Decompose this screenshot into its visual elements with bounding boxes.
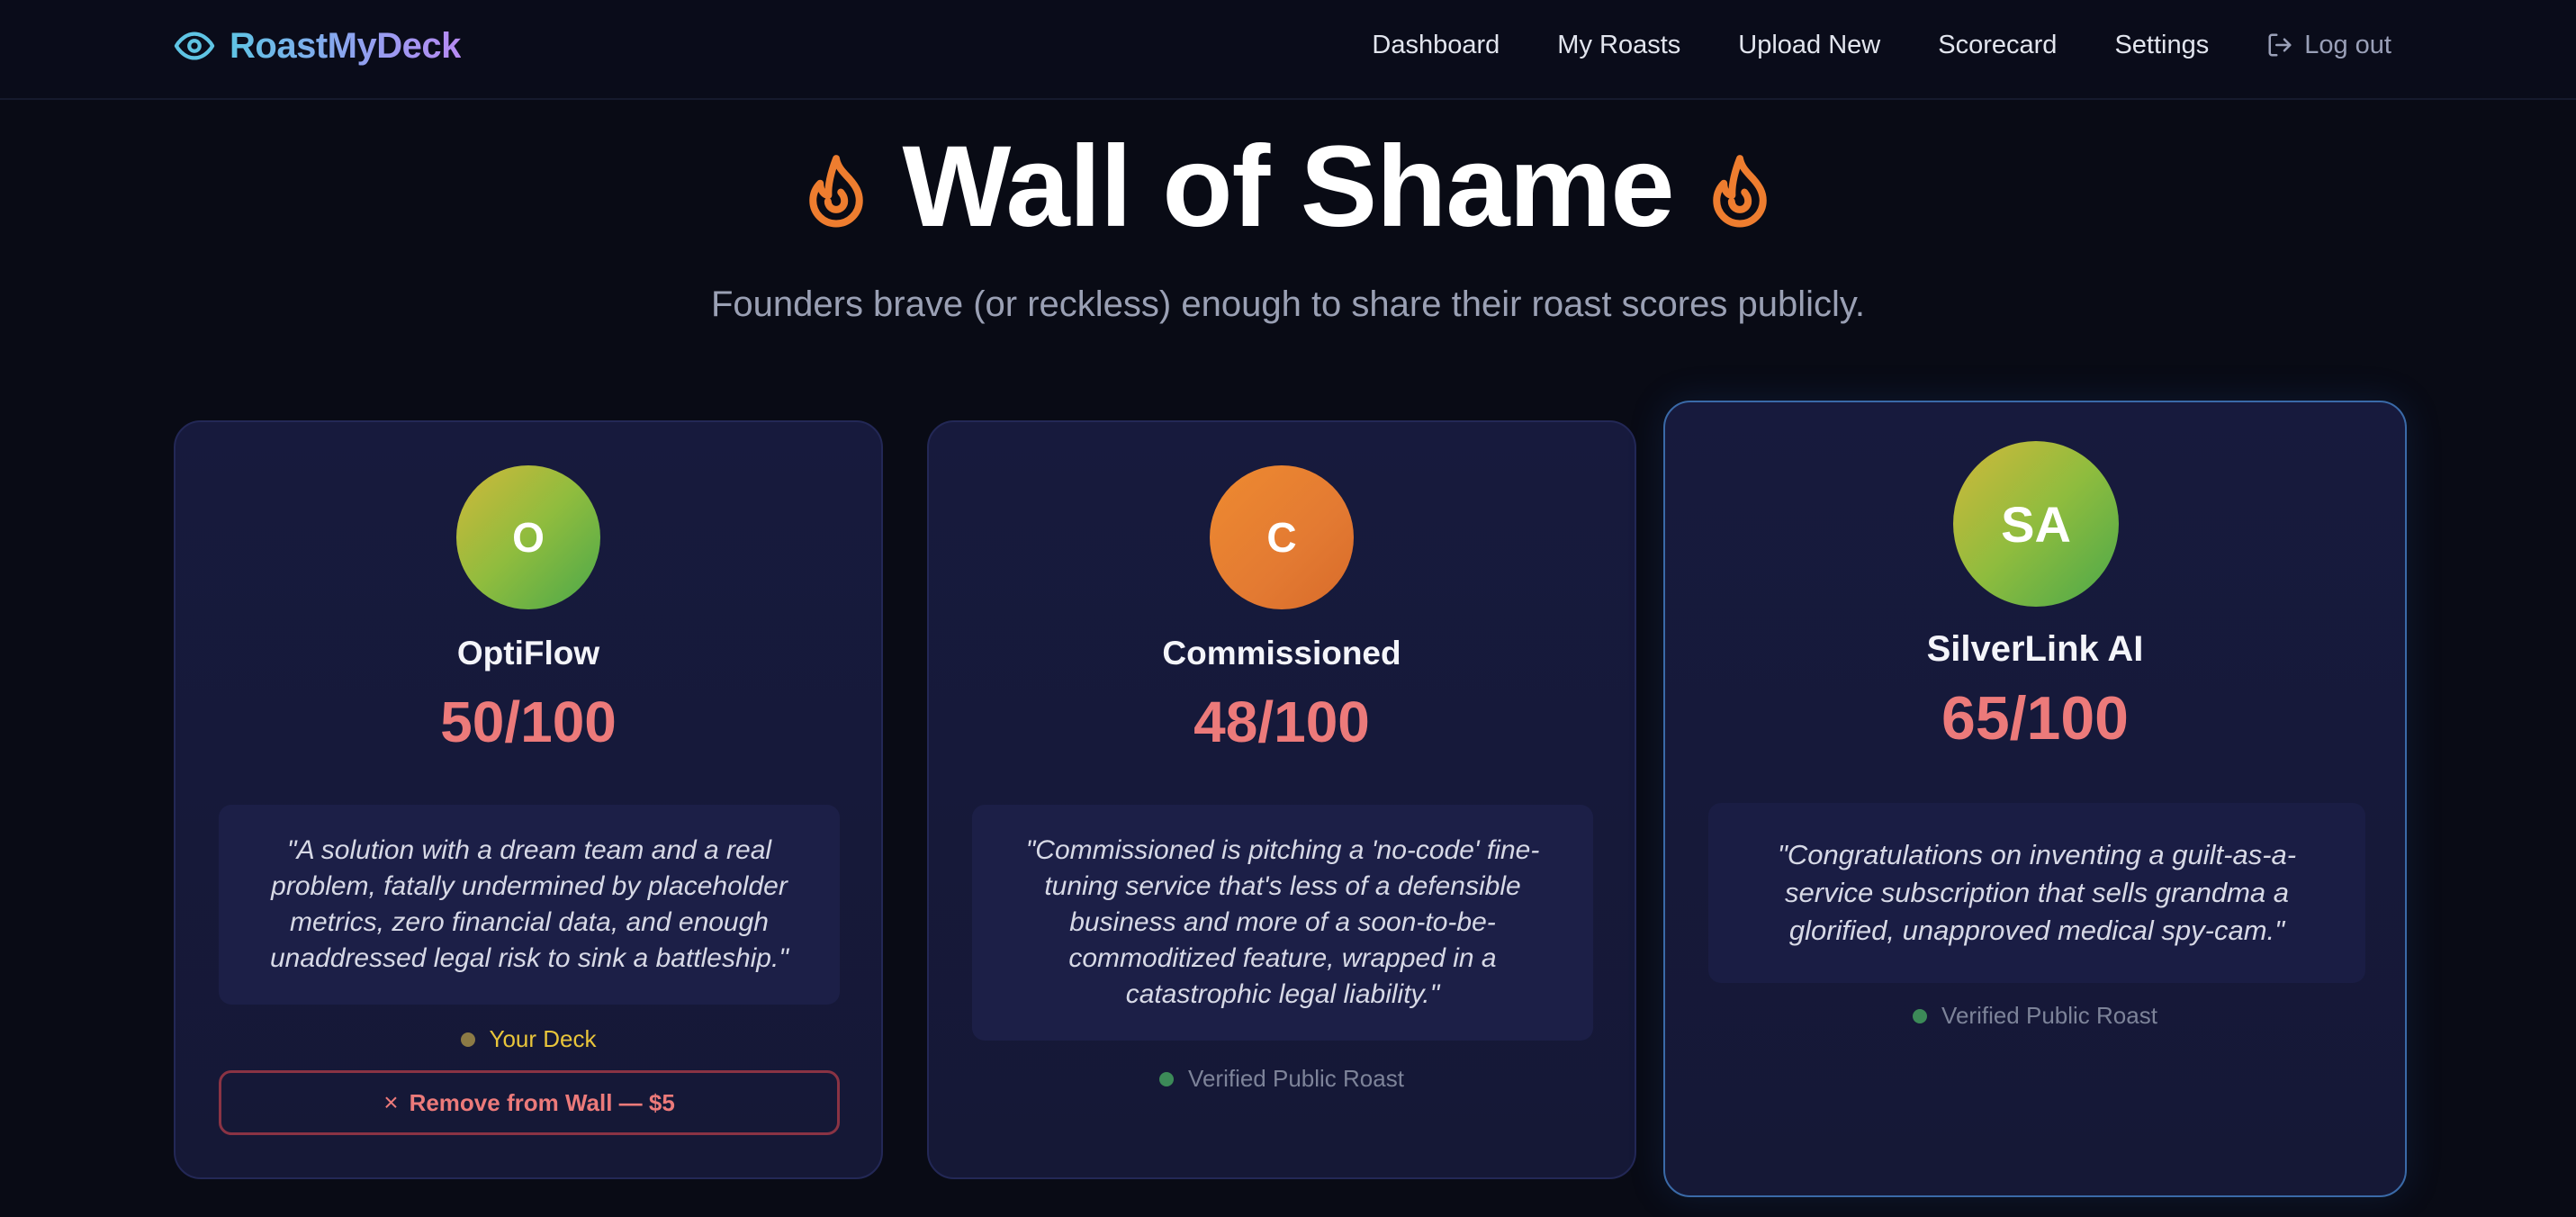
brand-name: RoastMyDeck bbox=[230, 25, 461, 66]
logout-icon bbox=[2268, 33, 2292, 57]
page-subtitle: Founders brave (or reckless) enough to s… bbox=[710, 284, 1866, 324]
roast-quote: "Congratulations on inventing a guilt-as… bbox=[1708, 803, 2365, 983]
roast-quote: "Commissioned is pitching a 'no-code' fi… bbox=[972, 805, 1593, 1041]
badge-label: Verified Public Roast bbox=[1188, 1065, 1404, 1092]
company-name: SilverLink AI bbox=[1926, 629, 2144, 669]
roast-score: 50/100 bbox=[440, 690, 617, 754]
roast-quote: "A solution with a dream team and a real… bbox=[219, 805, 840, 1005]
top-navbar: RoastMyDeck Dashboard My Roasts Upload N… bbox=[0, 0, 2576, 100]
roast-card-highlighted[interactable]: SA SilverLink AI 65/100 "Congratulations… bbox=[1663, 401, 2407, 1197]
nav-my-roasts[interactable]: My Roasts bbox=[1557, 31, 1680, 60]
nav-scorecard[interactable]: Scorecard bbox=[1938, 31, 2057, 60]
roast-score: 48/100 bbox=[1193, 690, 1370, 754]
status-dot bbox=[460, 1032, 475, 1047]
page-title-row: Wall of Shame bbox=[0, 124, 2576, 250]
roast-card[interactable]: C Commissioned 48/100 "Commissioned is p… bbox=[927, 420, 1636, 1179]
company-name: OptiFlow bbox=[456, 635, 600, 672]
remove-button-label: Remove from Wall — $5 bbox=[409, 1088, 675, 1116]
remove-from-wall-button[interactable]: × Remove from Wall — $5 bbox=[219, 1070, 840, 1135]
eye-icon bbox=[174, 32, 215, 60]
flame-icon bbox=[1712, 155, 1767, 228]
verified-badge: Verified Public Roast bbox=[1665, 1002, 2405, 1030]
page-title: Wall of Shame bbox=[902, 122, 1674, 251]
badge-label: Your Deck bbox=[489, 1025, 597, 1052]
status-dot bbox=[1159, 1071, 1175, 1086]
logout-label: Log out bbox=[2304, 30, 2391, 59]
badge-label: Verified Public Roast bbox=[1941, 1002, 2157, 1029]
nav-links: Dashboard My Roasts Upload New Scorecard… bbox=[1372, 27, 2391, 63]
brand-logo[interactable]: RoastMyDeck bbox=[174, 23, 461, 68]
status-dot bbox=[1913, 1008, 1928, 1023]
company-name: Commissioned bbox=[1162, 635, 1401, 672]
your-deck-badge: Your Deck bbox=[176, 1025, 881, 1053]
roast-card[interactable]: O OptiFlow 50/100 "A solution with a dre… bbox=[174, 420, 883, 1179]
avatar: SA bbox=[1953, 441, 2119, 607]
nav-settings[interactable]: Settings bbox=[2114, 31, 2209, 60]
roast-score: 65/100 bbox=[1941, 684, 2129, 753]
nav-upload-new[interactable]: Upload New bbox=[1738, 31, 1880, 60]
verified-badge: Verified Public Roast bbox=[929, 1065, 1635, 1093]
avatar: O bbox=[456, 465, 600, 609]
flame-icon bbox=[809, 155, 864, 228]
close-icon: × bbox=[383, 1088, 399, 1116]
logout-button[interactable]: Log out bbox=[2266, 31, 2391, 60]
avatar: C bbox=[1210, 465, 1354, 609]
nav-dashboard[interactable]: Dashboard bbox=[1372, 31, 1500, 60]
